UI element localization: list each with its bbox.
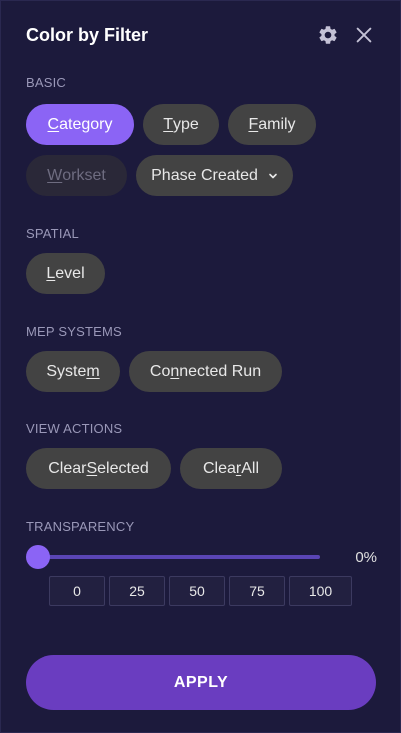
phase-created-dropdown[interactable]: Phase Created [136,155,293,196]
phase-created-label: Phase Created [151,166,258,184]
apply-button[interactable]: APPLY [26,655,376,710]
preset-25-button[interactable]: 25 [109,576,165,606]
clear-selected-label-pre: Clear [48,459,87,477]
filter-connected-run-button[interactable]: Co n nected Run [129,351,282,392]
level-label-accel: L [46,264,56,282]
filter-system-button[interactable]: Syste m [26,351,120,392]
type-label-post: ype [172,115,199,133]
section-mep-label: MEP SYSTEMS [26,324,122,339]
system-label-pre: Syste [46,362,87,380]
workset-label-post: orkset [62,166,106,184]
family-label-accel: F [248,115,259,133]
preset-50-button[interactable]: 50 [169,576,225,606]
transparency-slider-track[interactable] [38,555,320,559]
family-label-post: amily [258,115,296,133]
section-transparency-label: TRANSPARENCY [26,519,135,534]
transparency-value: 0% [355,549,377,566]
filter-level-button[interactable]: Level [26,253,105,294]
category-label-accel: C [47,115,60,133]
panel-title: Color by Filter [26,25,149,45]
type-label-accel: T [163,115,173,133]
transparency-slider-handle[interactable] [26,545,50,569]
clear-all-label-post: All [241,459,259,477]
system-label-accel: m [86,362,100,380]
gear-icon[interactable] [317,24,339,46]
workset-label-accel: W [47,166,63,184]
chevron-down-icon [269,173,277,178]
connected-label-post: nected Run [179,362,262,380]
filter-family-button[interactable]: Family [228,104,316,145]
close-icon[interactable] [353,24,375,46]
section-view-actions-label: VIEW ACTIONS [26,421,123,436]
preset-75-button[interactable]: 75 [229,576,285,606]
clear-all-button[interactable]: Clea r All [180,448,282,489]
connected-label-accel: n [170,362,180,380]
section-spatial-label: SPATIAL [26,226,79,241]
clear-all-label-pre: Clea [202,459,236,477]
clear-selected-label-post: elected [97,459,149,477]
filter-type-button[interactable]: Type [143,104,219,145]
preset-100-button[interactable]: 100 [289,576,352,606]
filter-workset-button: Workset [26,155,127,196]
preset-0-button[interactable]: 0 [49,576,105,606]
section-basic-label: BASIC [26,75,67,90]
clear-selected-label-accel: S [86,459,98,477]
level-label-post: evel [55,264,85,282]
filter-category-button[interactable]: Category [26,104,134,145]
color-by-filter-panel: Color by Filter BASIC Category Type Fami… [0,0,401,733]
category-label-post: ategory [59,115,113,133]
clear-selected-button[interactable]: Clear Selected [26,448,171,489]
connected-label-pre: Co [149,362,171,380]
